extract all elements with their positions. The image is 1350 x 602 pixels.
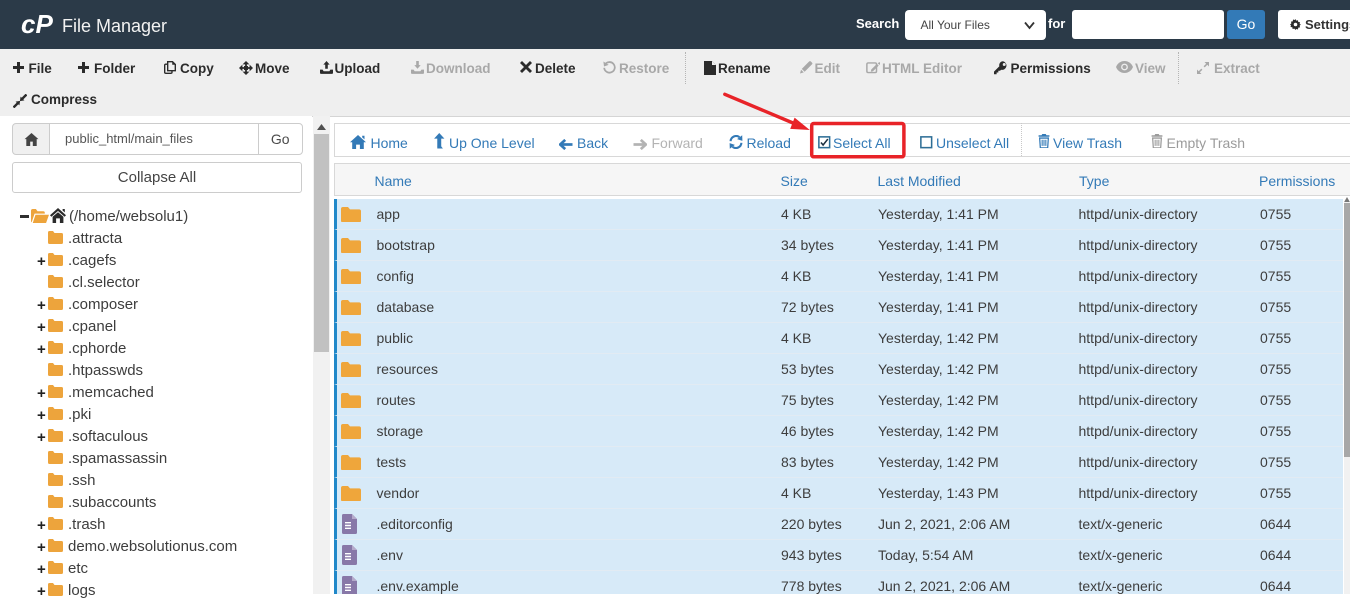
svg-text:cP: cP — [21, 11, 53, 37]
